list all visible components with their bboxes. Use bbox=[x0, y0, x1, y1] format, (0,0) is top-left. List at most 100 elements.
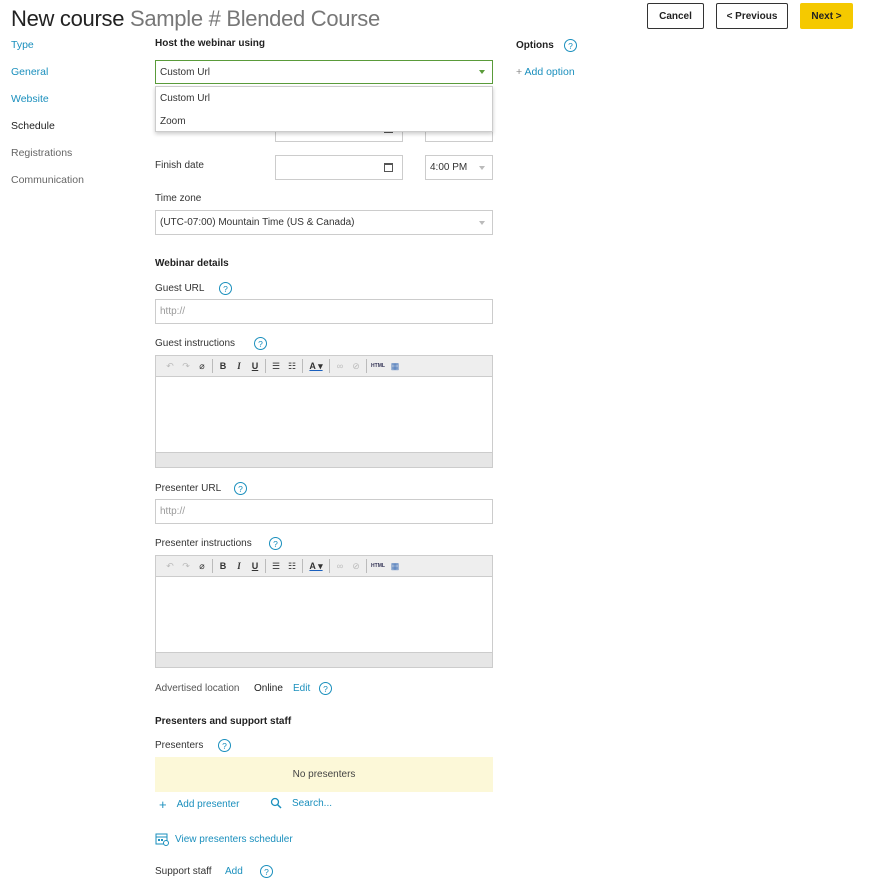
add-presenter-link[interactable]: + Add presenter bbox=[159, 797, 239, 812]
support-staff-label: Support staff bbox=[155, 866, 212, 877]
unlink-icon[interactable]: ⊘ bbox=[348, 558, 364, 574]
help-icon[interactable]: ? bbox=[319, 682, 332, 695]
no-presenters-message: No presenters bbox=[155, 757, 493, 792]
help-icon[interactable]: ? bbox=[218, 739, 231, 752]
italic-icon[interactable]: I bbox=[231, 558, 247, 574]
webinar-details-heading: Webinar details bbox=[155, 258, 229, 269]
redo-icon[interactable]: ↷ bbox=[178, 558, 194, 574]
unlink-icon[interactable]: ⊘ bbox=[348, 358, 364, 374]
sidebar-item-website[interactable]: Website bbox=[11, 93, 49, 105]
guest-instructions-label: Guest instructions bbox=[155, 338, 236, 349]
page-title-main: New course bbox=[11, 6, 125, 31]
host-option-custom-url[interactable]: Custom Url bbox=[156, 87, 492, 110]
toolbar-divider bbox=[302, 559, 303, 573]
finish-time-select[interactable]: 4:00 PM bbox=[425, 155, 493, 180]
chevron-down-icon bbox=[479, 220, 485, 225]
advertised-location-value: Online bbox=[254, 683, 283, 694]
presenter-url-input[interactable]: http:// bbox=[155, 499, 493, 524]
advertised-location-edit-link[interactable]: Edit bbox=[293, 683, 310, 694]
toolbar-divider bbox=[302, 359, 303, 373]
underline-icon[interactable]: U bbox=[247, 558, 263, 574]
toolbar-divider bbox=[212, 559, 213, 573]
search-label: Search... bbox=[292, 797, 333, 809]
host-dropdown: Custom Url Zoom bbox=[155, 86, 493, 132]
toolbar-divider bbox=[366, 359, 367, 373]
presenters-heading: Presenters and support staff bbox=[155, 716, 292, 727]
finish-date-label: Finish date bbox=[155, 160, 204, 171]
help-icon[interactable]: ? bbox=[269, 537, 282, 550]
html-icon[interactable]: HTML bbox=[369, 558, 387, 574]
bold-icon[interactable]: B bbox=[215, 558, 231, 574]
table-icon[interactable]: ▦ bbox=[387, 558, 403, 574]
sidebar-item-general[interactable]: General bbox=[11, 66, 48, 78]
toolbar-divider bbox=[329, 359, 330, 373]
bold-icon[interactable]: B bbox=[215, 358, 231, 374]
add-option-link[interactable]: + Add option bbox=[516, 66, 575, 78]
table-icon[interactable]: ▦ bbox=[387, 358, 403, 374]
numbered-list-icon[interactable]: ☷ bbox=[284, 358, 300, 374]
numbered-list-icon[interactable]: ☷ bbox=[284, 558, 300, 574]
finish-date-input[interactable] bbox=[275, 155, 403, 180]
presenter-url-label: Presenter URL bbox=[155, 483, 222, 494]
link-icon[interactable]: ∞ bbox=[332, 558, 348, 574]
options-heading: Options bbox=[516, 40, 554, 51]
sidebar-item-registrations[interactable]: Registrations bbox=[11, 147, 72, 159]
scheduler-icon bbox=[155, 833, 169, 846]
editor-toolbar: ↶ ↷ ⌀ B I U ☰ ☷ A ▾ ∞ ⊘ HTML ▦ bbox=[156, 356, 492, 377]
html-icon[interactable]: HTML bbox=[369, 358, 387, 374]
advertised-location-label: Advertised location bbox=[155, 683, 240, 694]
bullet-list-icon[interactable]: ☰ bbox=[268, 558, 284, 574]
finish-time-value: 4:00 PM bbox=[430, 162, 468, 173]
course-name: Sample # Blended Course bbox=[129, 6, 380, 31]
calendar-icon[interactable] bbox=[384, 162, 393, 172]
next-button[interactable]: Next > bbox=[800, 3, 853, 29]
eraser-icon[interactable]: ⌀ bbox=[194, 558, 210, 574]
previous-button[interactable]: < Previous bbox=[716, 3, 788, 29]
editor-toolbar: ↶ ↷ ⌀ B I U ☰ ☷ A ▾ ∞ ⊘ HTML ▦ bbox=[156, 556, 492, 577]
guest-url-input[interactable]: http:// bbox=[155, 299, 493, 324]
redo-icon[interactable]: ↷ bbox=[178, 358, 194, 374]
guest-url-label: Guest URL bbox=[155, 283, 205, 294]
toolbar-divider bbox=[265, 559, 266, 573]
plus-icon: + bbox=[159, 797, 167, 812]
page-title: New course Sample # Blended Course bbox=[11, 6, 380, 32]
link-icon[interactable]: ∞ bbox=[332, 358, 348, 374]
add-presenter-label: Add presenter bbox=[176, 799, 240, 810]
search-presenter-link[interactable]: Search... bbox=[270, 797, 332, 809]
timezone-select[interactable]: (UTC-07:00) Mountain Time (US & Canada) bbox=[155, 210, 493, 235]
cancel-button[interactable]: Cancel bbox=[647, 3, 704, 29]
timezone-label: Time zone bbox=[155, 193, 202, 204]
text-color-icon[interactable]: A ▾ bbox=[305, 558, 327, 574]
presenter-instructions-editor[interactable]: ↶ ↷ ⌀ B I U ☰ ☷ A ▾ ∞ ⊘ HTML ▦ bbox=[155, 555, 493, 668]
italic-icon[interactable]: I bbox=[231, 358, 247, 374]
view-presenters-scheduler-link[interactable]: View presenters scheduler bbox=[155, 832, 293, 846]
support-staff-add-link[interactable]: Add bbox=[225, 866, 243, 877]
undo-icon[interactable]: ↶ bbox=[162, 358, 178, 374]
help-icon[interactable]: ? bbox=[254, 337, 267, 350]
host-option-zoom[interactable]: Zoom bbox=[156, 110, 492, 133]
underline-icon[interactable]: U bbox=[247, 358, 263, 374]
help-icon[interactable]: ? bbox=[234, 482, 247, 495]
host-heading: Host the webinar using bbox=[155, 38, 266, 49]
undo-icon[interactable]: ↶ bbox=[162, 558, 178, 574]
help-icon[interactable]: ? bbox=[219, 282, 232, 295]
sidebar-item-type[interactable]: Type bbox=[11, 39, 34, 51]
host-select[interactable]: Custom Url bbox=[155, 60, 493, 84]
toolbar-divider bbox=[265, 359, 266, 373]
toolbar-divider bbox=[366, 559, 367, 573]
text-color-icon[interactable]: A ▾ bbox=[305, 358, 327, 374]
guest-instructions-editor[interactable]: ↶ ↷ ⌀ B I U ☰ ☷ A ▾ ∞ ⊘ HTML ▦ bbox=[155, 355, 493, 468]
eraser-icon[interactable]: ⌀ bbox=[194, 358, 210, 374]
search-icon bbox=[270, 797, 282, 809]
help-icon[interactable]: ? bbox=[564, 39, 577, 52]
chevron-down-icon bbox=[479, 165, 485, 170]
sidebar-item-schedule[interactable]: Schedule bbox=[11, 120, 55, 132]
sidebar-item-communication[interactable]: Communication bbox=[11, 174, 84, 186]
plus-icon: + bbox=[516, 66, 523, 78]
guest-url-placeholder: http:// bbox=[160, 306, 186, 317]
bullet-list-icon[interactable]: ☰ bbox=[268, 358, 284, 374]
presenters-label: Presenters bbox=[155, 740, 204, 751]
presenter-instructions-label: Presenter instructions bbox=[155, 538, 252, 549]
help-icon[interactable]: ? bbox=[260, 865, 273, 878]
editor-statusbar bbox=[156, 652, 492, 667]
